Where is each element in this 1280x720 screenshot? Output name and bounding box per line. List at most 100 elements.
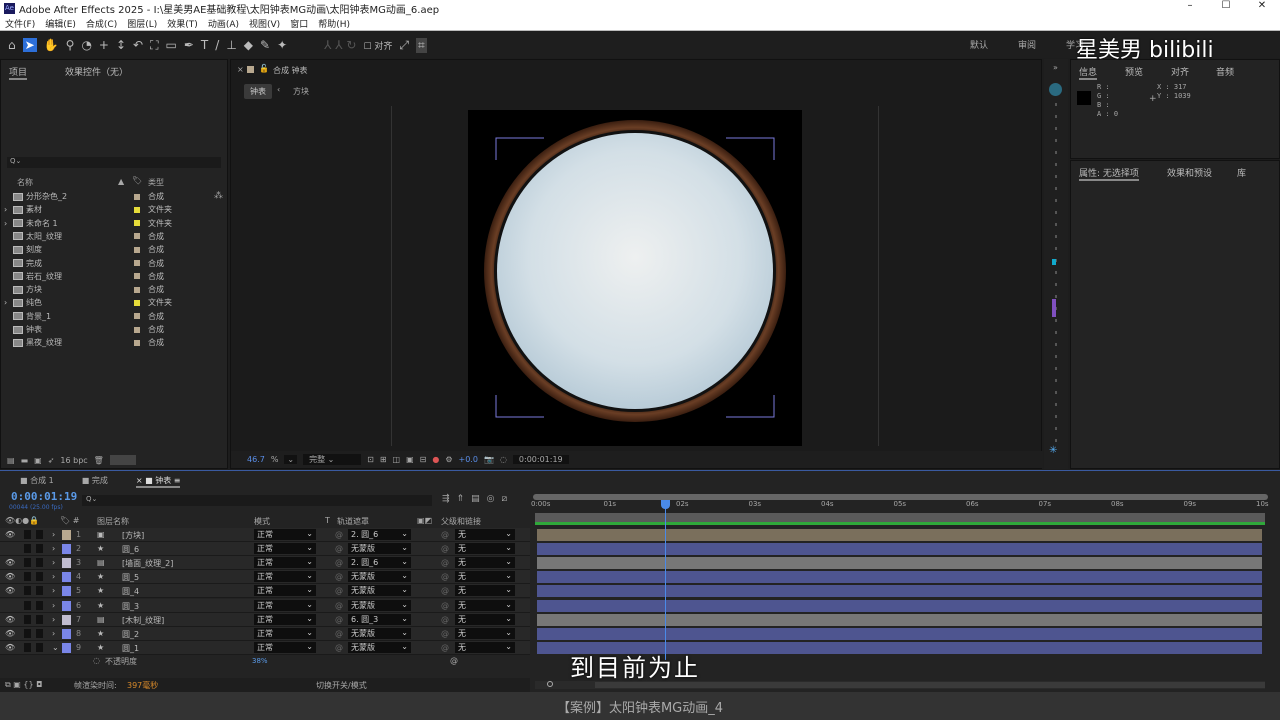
matte-pickwhip-icon[interactable]: @ — [335, 572, 343, 581]
label-color[interactable] — [134, 326, 140, 333]
eye-icon[interactable]: 👁 — [5, 586, 15, 595]
snap-options-icon[interactable]: ⤢ — [399, 38, 409, 53]
project-item[interactable]: 背景_1 合成 — [1, 310, 227, 323]
pan-tool-icon[interactable]: + — [99, 38, 109, 52]
snapshot-icon[interactable]: 📷 — [484, 455, 494, 464]
maximize-button[interactable]: ☐ — [1208, 0, 1244, 16]
eye-icon[interactable]: 👁 — [5, 643, 15, 652]
solo-switch[interactable] — [24, 628, 31, 638]
expand-arrow-icon[interactable]: › — [52, 530, 55, 539]
parent-dropdown[interactable]: 无 ⌄ — [455, 571, 515, 583]
matte-pickwhip-icon[interactable]: @ — [335, 530, 343, 539]
parent-dropdown[interactable]: 无 ⌄ — [455, 543, 515, 555]
orbit-tool-icon[interactable]: ◔ — [81, 38, 91, 52]
parent-pickwhip-icon[interactable]: @ — [441, 558, 449, 567]
lock-switch[interactable] — [36, 642, 43, 652]
layer-name[interactable]: 圆_4 — [122, 586, 139, 597]
snap-checkbox[interactable]: ☐ 对齐 — [363, 39, 392, 52]
close-tab-icon[interactable]: × — [237, 65, 244, 74]
expand-arrow-icon[interactable]: › — [52, 558, 55, 567]
solo-switch[interactable] — [24, 614, 31, 624]
matte-pickwhip-icon[interactable]: @ — [335, 586, 343, 595]
channel-icon[interactable]: ● — [432, 455, 439, 464]
header-parent[interactable]: 父级和链接 — [441, 516, 481, 527]
header-mode[interactable]: 模式 — [254, 516, 270, 527]
layer-name[interactable]: 圆_5 — [122, 572, 139, 583]
label-tag-icon[interactable]: 🏷 — [132, 176, 142, 185]
layer-row[interactable]: 👁 › 3 ▤ [墙面_纹理_2] 正常 ⌄ @ 2. 圆_6 ⌄ @ 无 ⌄ — [0, 556, 530, 571]
layer-name[interactable]: 圆_3 — [122, 601, 139, 612]
label-color[interactable] — [134, 286, 140, 293]
lock-icon[interactable]: 🔓 — [259, 64, 269, 73]
new-comp-icon[interactable]: ▣ — [34, 456, 42, 465]
parent-pickwhip-icon[interactable]: @ — [441, 601, 449, 610]
eraser-icon[interactable]: ◆ — [244, 38, 253, 52]
track-matte-dropdown[interactable]: 无蒙版 ⌄ — [348, 585, 411, 597]
label-color[interactable] — [134, 220, 140, 227]
rectangle-tool-icon[interactable]: ▭ — [166, 38, 177, 52]
comp-canvas[interactable] — [468, 110, 802, 446]
solo-switch[interactable] — [24, 572, 31, 582]
matte-pickwhip-icon[interactable]: @ — [335, 643, 343, 652]
axis-icons[interactable]: ⅄ ⅄ ↻ — [324, 38, 356, 52]
layer-duration-bar[interactable] — [537, 599, 1262, 612]
parent-pickwhip-icon[interactable]: @ — [441, 544, 449, 553]
expand-arrow-icon[interactable]: › — [4, 219, 7, 228]
sort-icon[interactable]: ▲ — [118, 177, 124, 186]
puppet-pin-icon[interactable]: ✦ — [277, 38, 287, 52]
layer-duration-bar[interactable] — [537, 613, 1262, 626]
playhead[interactable] — [660, 500, 670, 660]
pen-tool-icon[interactable]: ✒ — [184, 38, 194, 52]
layer-row[interactable]: 👁 › 7 ▤ [木制_纹理] 正常 ⌄ @ 6. 圆_3 ⌄ @ 无 ⌄ — [0, 612, 530, 627]
parent-dropdown[interactable]: 无 ⌄ — [455, 529, 515, 540]
layer-label-color[interactable] — [62, 614, 71, 625]
pickwhip-icon[interactable]: @ — [450, 656, 458, 665]
region-icon[interactable]: ⊡ — [367, 455, 374, 464]
layer-row[interactable]: 👁 › 5 ★ 圆_4 正常 ⌄ @ 无蒙版 ⌄ @ 无 ⌄ — [0, 584, 530, 599]
tab-audio[interactable]: 音频 — [1216, 65, 1234, 78]
blend-mode-dropdown[interactable]: 正常 ⌄ — [254, 641, 316, 653]
project-item[interactable]: › 纯色 文件夹 — [1, 296, 227, 309]
close-button[interactable]: ✕ — [1244, 0, 1280, 16]
track-matte-dropdown[interactable]: 无蒙版 ⌄ — [348, 627, 411, 639]
stopwatch-icon[interactable]: ◌ — [93, 656, 100, 665]
network-icon[interactable]: ✳ — [1049, 445, 1057, 456]
header-matte[interactable]: 轨道遮罩 — [337, 516, 369, 527]
expand-icon[interactable]: » — [1053, 63, 1058, 72]
parent-pickwhip-icon[interactable]: @ — [441, 643, 449, 652]
blend-mode-dropdown[interactable]: 正常 ⌄ — [254, 599, 316, 611]
label-color[interactable] — [134, 260, 140, 266]
zoom-value[interactable]: 46.7 — [247, 455, 265, 464]
layer-row[interactable]: 👁 › 8 ★ 圆_2 正常 ⌄ @ 无蒙版 ⌄ @ 无 ⌄ — [0, 626, 530, 641]
project-item[interactable]: 岩石_纹理 合成 — [1, 270, 227, 283]
eye-icon[interactable]: 👁 — [5, 572, 15, 581]
anchor-tool-icon[interactable]: ⛶ — [150, 38, 158, 53]
brush-tool-icon[interactable]: / — [215, 38, 219, 52]
layer-name[interactable]: 圆_2 — [122, 629, 139, 640]
label-color[interactable] — [134, 273, 140, 280]
expand-arrow-icon[interactable]: › — [52, 586, 55, 595]
parent-pickwhip-icon[interactable]: @ — [441, 572, 449, 581]
layer-name[interactable]: 圆_1 — [122, 643, 139, 654]
layer-duration-bar[interactable] — [537, 585, 1262, 598]
layer-row[interactable]: 👁 › 1 ▣ [方块] 正常 ⌄ @ 2. 圆_6 ⌄ @ 无 ⌄ — [0, 528, 530, 542]
eye-icon[interactable]: 👁 — [5, 530, 15, 539]
hand-tool-icon[interactable]: ✋ — [44, 38, 59, 52]
mask-icon[interactable]: ◫ — [393, 455, 401, 464]
safe-margins-icon[interactable]: ▣ — [406, 455, 414, 464]
layer-row[interactable]: 👁 › 4 ★ 圆_5 正常 ⌄ @ 无蒙版 ⌄ @ 无 ⌄ — [0, 570, 530, 585]
menu-item[interactable]: 视图(V) — [249, 17, 280, 30]
project-item[interactable]: 黑夜_纹理 合成 — [1, 336, 227, 349]
color-wheel-icon[interactable] — [1049, 83, 1062, 96]
menu-item[interactable]: 窗口 — [290, 17, 308, 30]
draft-3d-icon[interactable]: ⇑ — [457, 494, 465, 504]
solo-switch[interactable] — [24, 530, 31, 539]
parent-pickwhip-icon[interactable]: @ — [441, 530, 449, 539]
tab-comp[interactable]: 合成 钟表 — [273, 65, 308, 76]
viewer-timecode[interactable]: 0:00:01:19 — [512, 455, 569, 464]
interpret-footage-icon[interactable]: ▤ — [7, 456, 15, 465]
zoom-dropdown[interactable]: ⌄ — [284, 455, 298, 464]
project-item[interactable]: 太阳_纹理 合成 — [1, 230, 227, 243]
lock-switch[interactable] — [36, 530, 43, 539]
expand-arrow-icon[interactable]: › — [52, 572, 55, 581]
